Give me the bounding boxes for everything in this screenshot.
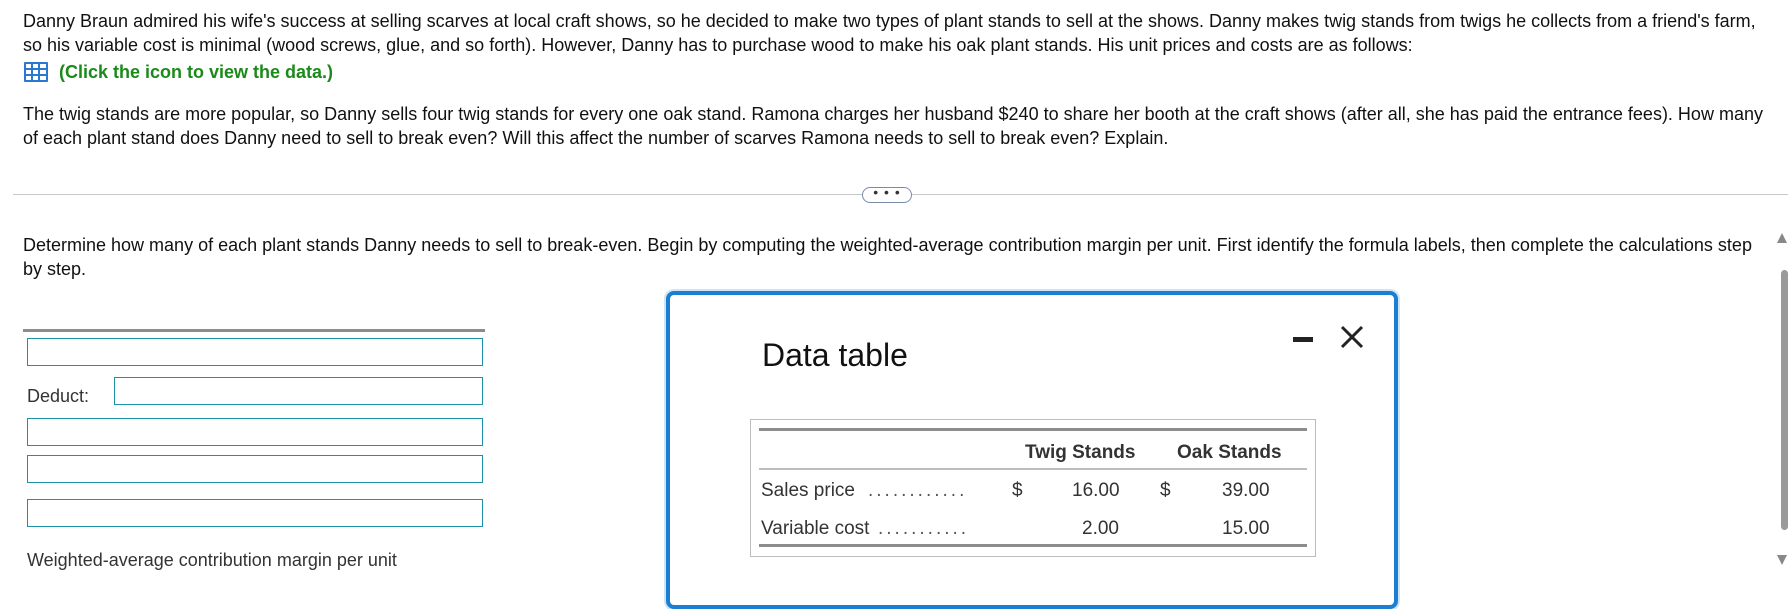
formula-label-input-3[interactable] (27, 418, 483, 446)
data-table-dialog: Data table Twig Stands Oak Stands Sales … (666, 291, 1398, 609)
twig-sales-price: 16.00 (1072, 480, 1120, 501)
scroll-up-arrow-icon[interactable] (1777, 233, 1787, 243)
scroll-thumb[interactable] (1781, 270, 1788, 530)
minimize-icon[interactable] (1291, 331, 1315, 345)
data-table: Twig Stands Oak Stands Sales price .....… (750, 419, 1316, 557)
formula-label-input-5[interactable] (27, 499, 483, 527)
twig-variable-cost: 2.00 (1082, 518, 1119, 539)
currency-symbol: $ (1012, 480, 1023, 501)
table-top-rule (759, 428, 1307, 431)
oak-sales-price: 39.00 (1222, 480, 1270, 501)
table-grid-icon[interactable] (23, 61, 49, 83)
weighted-average-cm-label: Weighted-average contribution margin per… (27, 550, 397, 570)
scroll-down-arrow-icon[interactable] (1777, 555, 1787, 565)
expand-button[interactable]: • • • (862, 185, 912, 203)
problem-paragraph-2: The twig stands are more popular, so Dan… (23, 104, 1763, 148)
deduct-label: Deduct: (27, 386, 90, 406)
column-header-twig: Twig Stands (1025, 442, 1136, 463)
form-top-rule (23, 329, 485, 332)
table-bottom-rule (759, 544, 1307, 547)
problem-paragraph-1: Danny Braun admired his wife's success a… (23, 11, 1756, 55)
dialog-title: Data table (762, 337, 908, 373)
formula-label-input-2[interactable] (114, 377, 483, 405)
problem-statement: Danny Braun admired his wife's success a… (23, 9, 1773, 150)
column-header-oak: Oak Stands (1177, 442, 1282, 463)
formula-label-input-1[interactable] (27, 338, 483, 366)
close-icon[interactable] (1338, 323, 1366, 351)
view-data-link[interactable]: (Click the icon to view the data.) (23, 60, 1773, 84)
view-data-link-label[interactable]: (Click the icon to view the data.) (59, 60, 333, 84)
instructions-text: Determine how many of each plant stands … (23, 235, 1752, 279)
header-rule (759, 468, 1307, 470)
row-label-variable-cost: Variable cost (761, 518, 870, 539)
row-leader-dots: ............ (868, 480, 968, 501)
currency-symbol: $ (1160, 480, 1171, 501)
formula-label-input-4[interactable] (27, 455, 483, 483)
row-label-sales-price: Sales price (761, 480, 855, 501)
oak-variable-cost: 15.00 (1222, 518, 1270, 539)
row-leader-dots: ........... (878, 518, 970, 539)
